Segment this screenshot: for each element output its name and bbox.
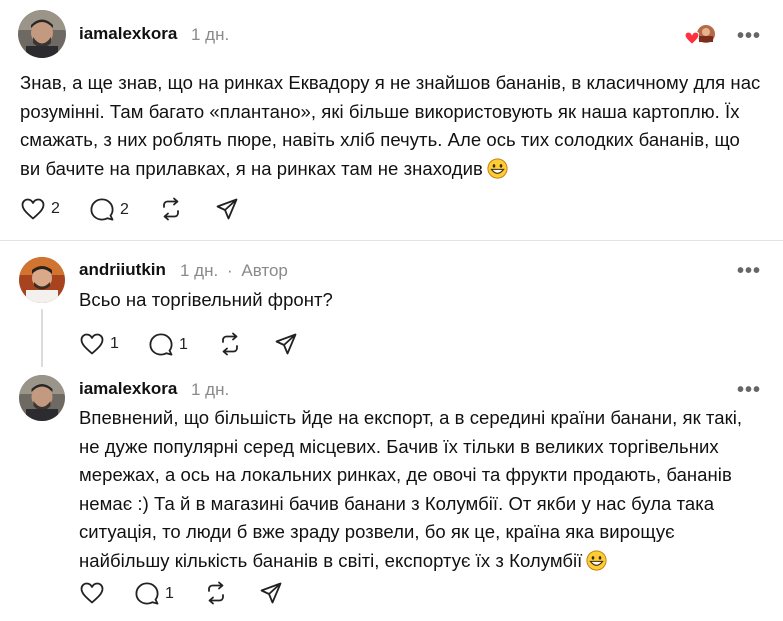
- post-repost-button[interactable]: [160, 197, 182, 221]
- reply2-text-line: не дуже популярні серед місцевих. Бачив …: [79, 435, 719, 457]
- repost-arrows-icon: [163, 197, 179, 221]
- post-text-line-last: ви бачите на прилавках, я на ринках там …: [20, 155, 760, 184]
- red-heart-badge-icon: [685, 32, 699, 45]
- meta-separator: ·: [226, 261, 233, 280]
- reply1-username[interactable]: andriiutkin: [79, 260, 166, 280]
- reply2-repost-button[interactable]: [205, 581, 227, 605]
- post-like-button[interactable]: 2: [21, 198, 60, 220]
- reply2-reply-count: 1: [165, 584, 174, 602]
- reply1-repost-button[interactable]: [219, 332, 241, 356]
- post-username[interactable]: iamalexkora: [79, 24, 177, 44]
- paper-plane-icon: [260, 582, 282, 604]
- reply2-text-line: мережах, а ось на локальних ринках, де о…: [79, 464, 732, 486]
- paper-plane-icon: [216, 198, 238, 220]
- post-text-line: розумінні. Там багато «плантано», які бі…: [20, 100, 740, 122]
- heart-outline-icon: [21, 198, 45, 220]
- avatar[interactable]: [18, 10, 66, 58]
- reply1-more-button[interactable]: •••: [737, 261, 761, 281]
- reply1-timestamp: 1 дн.: [180, 261, 219, 280]
- reply1-like-button[interactable]: 1: [80, 333, 119, 355]
- reply2-text-line: немає :) Та й в магазині бачив банани з …: [79, 492, 715, 514]
- reply2-like-button[interactable]: [80, 582, 104, 604]
- grinning-face-emoji: [586, 550, 607, 571]
- repost-arrows-icon: [222, 332, 238, 356]
- post-text-line: смажать, з них роблять пюре, навіть хліб…: [20, 129, 740, 151]
- grinning-face-emoji: [487, 158, 508, 179]
- reply1-share-button[interactable]: [275, 333, 297, 355]
- divider: [0, 240, 783, 241]
- speech-bubble-icon: [90, 198, 114, 221]
- thread-line: [41, 309, 43, 367]
- reply2-body: Впевнений, що більшість йде на експорт, …: [79, 404, 769, 576]
- reply1-reply-button[interactable]: 1: [149, 333, 188, 356]
- post-body: Знав, а ще знав, що на ринках Еквадору я…: [20, 69, 760, 183]
- reply2-text-line: ситуація, то люди б вже зраду розвели, б…: [79, 521, 675, 543]
- liked-by-indicator[interactable]: [685, 24, 717, 46]
- reply1-like-count: 1: [110, 335, 119, 352]
- speech-bubble-icon: [135, 582, 159, 605]
- post-text-line: ви бачите на прилавках, я на ринках там …: [20, 157, 483, 179]
- reply2-timestamp: 1 дн.: [191, 380, 230, 399]
- reply2-text-line-last: найбільшу кількість бананів в світі, екс…: [79, 547, 769, 576]
- post-timestamp: 1 дн.: [191, 25, 230, 44]
- heart-outline-icon: [80, 582, 104, 604]
- post-share-button[interactable]: [216, 198, 238, 220]
- reply1-reply-count: 1: [179, 335, 188, 353]
- repost-arrows-icon: [208, 581, 224, 605]
- paper-plane-icon: [275, 333, 297, 355]
- post-like-count: 2: [51, 200, 60, 217]
- reply1-body: Всьо на торгівельний фронт?: [79, 289, 333, 310]
- reply2-username[interactable]: iamalexkora: [79, 379, 177, 399]
- post-reply-button[interactable]: 2: [90, 198, 129, 221]
- avatar[interactable]: [19, 375, 65, 421]
- post-reply-count: 2: [120, 200, 129, 218]
- reply2-reply-button[interactable]: 1: [135, 582, 174, 605]
- avatar[interactable]: [19, 257, 65, 303]
- reply2-more-button[interactable]: •••: [737, 380, 761, 400]
- reply2-text-line: найбільшу кількість бананів в світі, екс…: [79, 549, 583, 571]
- heart-outline-icon: [80, 333, 104, 355]
- author-badge: Автор: [241, 261, 288, 280]
- reply2-text-line: Впевнений, що більшість йде на експорт, …: [79, 407, 743, 428]
- reply1-meta: 1 дн. · Автор: [180, 261, 288, 281]
- speech-bubble-icon: [149, 333, 173, 356]
- post-more-button[interactable]: •••: [737, 26, 761, 46]
- post-text-line: Знав, а ще знав, що на ринках Еквадору я…: [20, 72, 761, 93]
- reply2-share-button[interactable]: [260, 582, 282, 604]
